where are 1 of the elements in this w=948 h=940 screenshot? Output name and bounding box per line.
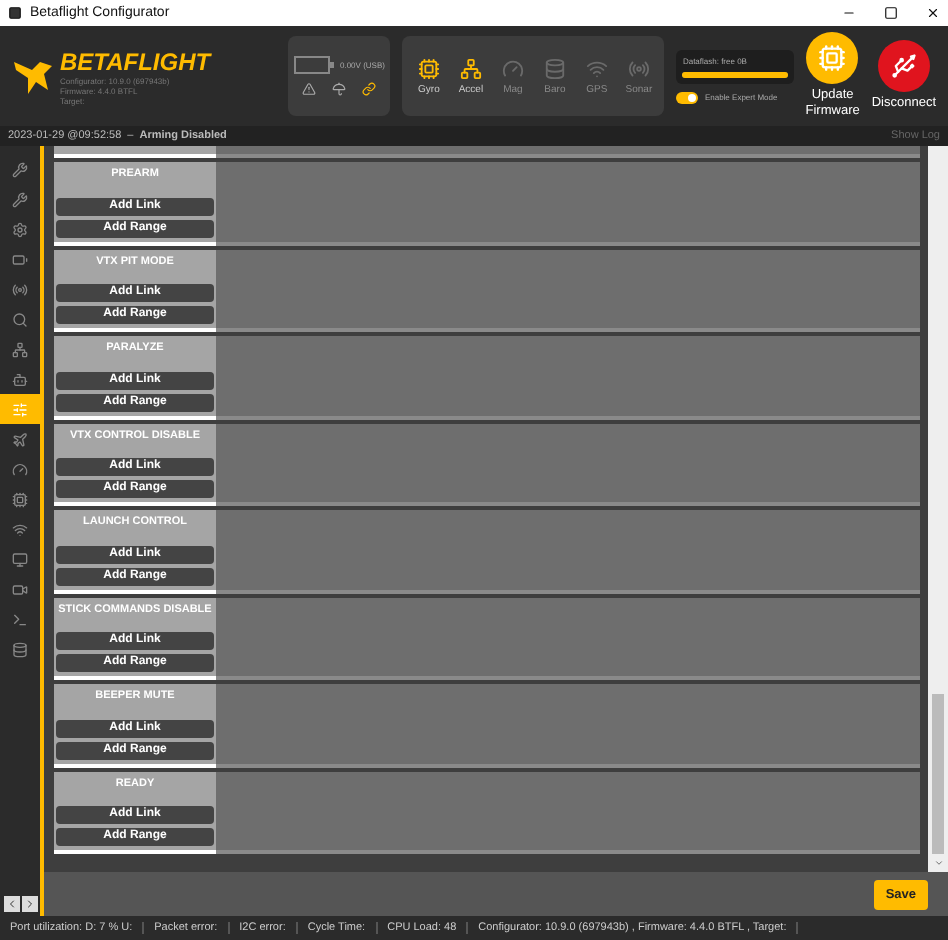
logo-text: BETAFLIGHT bbox=[60, 47, 214, 75]
